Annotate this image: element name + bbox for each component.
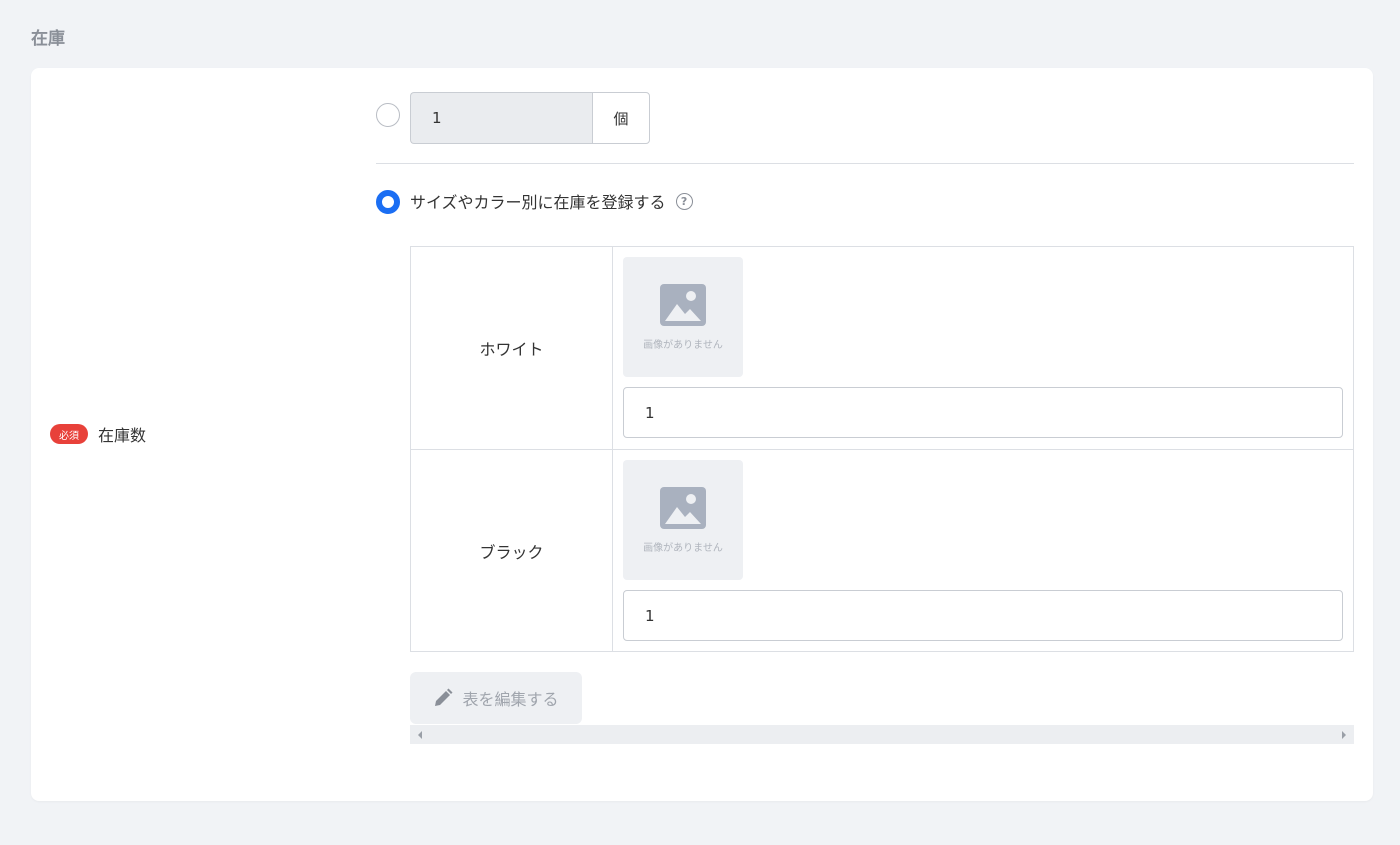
variant-image-placeholder[interactable]: 画像がありません [623, 460, 743, 580]
variant-image-placeholder[interactable]: 画像がありません [623, 257, 743, 377]
variant-cell: 画像がありません 1 [613, 247, 1353, 449]
simple-stock-input[interactable]: 1 [410, 92, 592, 144]
variant-row: ホワイト 画像がありません 1 [411, 247, 1353, 449]
simple-stock-group: 1 個 [410, 92, 650, 144]
variant-option-label: サイズやカラー別に在庫を登録する [410, 193, 666, 212]
image-icon [660, 283, 706, 326]
variant-cell: 画像がありません 1 [613, 450, 1353, 651]
simple-stock-radio[interactable] [376, 103, 400, 127]
variant-option: サイズやカラー別に在庫を登録する ? [410, 189, 693, 213]
variant-row: ブラック 画像がありません 1 [411, 449, 1353, 651]
scroll-left-icon[interactable] [418, 731, 422, 739]
no-image-text: 画像がありません [643, 339, 723, 351]
variant-stock-input[interactable]: 1 [623, 590, 1343, 641]
stock-card: 必須 在庫数 1 個 サイズやカラー別に在庫を登録する ? ホワイト 画像があり… [31, 68, 1373, 801]
horizontal-scrollbar[interactable] [410, 725, 1354, 744]
no-image-text: 画像がありません [643, 542, 723, 554]
image-icon [660, 486, 706, 529]
pencil-icon [435, 688, 453, 706]
required-badge: 必須 [50, 424, 88, 444]
variant-table: ホワイト 画像がありません 1 ブラック 画像がありません 1 [410, 246, 1354, 652]
variant-name: ホワイト [411, 247, 613, 449]
edit-table-button[interactable]: 表を編集する [410, 672, 582, 724]
variant-stock-input[interactable]: 1 [623, 387, 1343, 438]
stock-unit: 個 [592, 92, 650, 144]
field-label-text: 在庫数 [98, 426, 147, 445]
scroll-right-icon[interactable] [1342, 731, 1346, 739]
divider [376, 163, 1354, 164]
question-circle-icon[interactable]: ? [675, 192, 693, 210]
field-label: 必須 在庫数 [50, 422, 146, 446]
section-title: 在庫 [31, 29, 65, 49]
variant-name: ブラック [411, 450, 613, 651]
variant-stock-radio[interactable] [376, 190, 400, 214]
edit-table-label: 表を編集する [462, 690, 559, 709]
